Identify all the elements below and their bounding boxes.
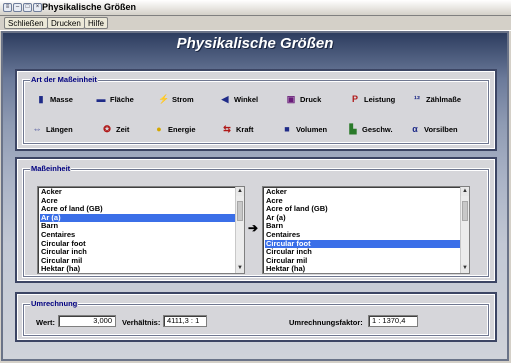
source-unit-items: Acker Acre Acre of land (GB) Ar (a) Barn Cent… (38, 187, 244, 273)
value-input[interactable]: 3,000 (58, 315, 116, 327)
unit-type-legend: Art der Maßeinheit (30, 75, 98, 84)
scroll-down-icon[interactable]: ▼ (236, 264, 244, 273)
list-item[interactable]: Hektar (ha) (265, 265, 469, 273)
factor-field: 1 : 1370,4 (368, 315, 418, 327)
scroll-down-icon[interactable]: ▼ (461, 264, 469, 273)
clock-icon: ✪ (103, 124, 111, 134)
area-icon: ▬ (96, 94, 106, 104)
window-title: Physikalische Größen (42, 2, 137, 12)
speed-icon: ▙ (349, 124, 357, 134)
unit-legend: Maßeinheit (30, 164, 72, 173)
category-leistung[interactable]: P Leistung (350, 94, 395, 104)
list-item[interactable]: Hektar (ha) (40, 265, 244, 273)
count-icon: ¹² (414, 94, 420, 104)
angle-icon: ◀ (221, 94, 229, 104)
category-geschw[interactable]: ▙ Geschw. (348, 124, 393, 134)
list-item[interactable]: Ar (a) (265, 213, 469, 223)
target-list-scrollbar[interactable]: ▲ ▼ (460, 187, 469, 273)
current-icon: ⚡ (158, 94, 170, 104)
list-item[interactable]: Acker (40, 187, 244, 197)
category-druck[interactable]: ▣ Druck (286, 94, 322, 104)
category-masse[interactable]: ▮ Masse (36, 94, 73, 104)
category-zeit[interactable]: ✪ Zeit (102, 124, 129, 134)
menu-bar: Schließen Drucken Hilfe (0, 16, 511, 31)
category-flaeche[interactable]: ▬ Fläche (96, 94, 134, 104)
unit-type-group: Art der Maßeinheit ▮ Masse ▬ Fläche ⚡ Strom… (23, 75, 489, 144)
weight-icon: ▮ (38, 94, 44, 104)
list-item[interactable]: Acre of land (GB) (265, 205, 469, 214)
category-zaehlmasse[interactable]: ¹² Zählmaße (412, 94, 461, 104)
ratio-label: Verhältnis: (122, 318, 161, 327)
window-controls: ≡ – □ × (3, 3, 42, 12)
unit-type-panel: Art der Maßeinheit ▮ Masse ▬ Fläche ⚡ Strom… (15, 69, 497, 151)
factor-label: Umrechnungsfaktor: (289, 318, 363, 327)
cube-icon: ■ (284, 124, 290, 134)
page-title: Physikalische Größen (176, 35, 334, 52)
print-button[interactable]: Drucken (47, 17, 85, 29)
value-label: Wert: (36, 318, 56, 327)
category-winkel[interactable]: ◀ Winkel (220, 94, 259, 104)
force-icon: ⇆ (223, 124, 231, 134)
category-laengen[interactable]: ⇔ Längen (32, 124, 73, 134)
conversion-group: Umrechnung Wert: 3,000 Verhältnis: 4111,… (23, 299, 489, 336)
ratio-field: 4111,3 : 1 (163, 315, 207, 327)
minimize-icon[interactable]: – (13, 3, 22, 12)
maximize-icon[interactable]: □ (23, 3, 32, 12)
conversion-legend: Umrechnung (30, 299, 79, 308)
target-unit-items: Acker Acre Acre of land (GB) Ar (a) Barn Cent… (263, 187, 469, 273)
main-frame: Physikalische Größen Art der Maßeinheit … (1, 31, 509, 361)
scroll-thumb[interactable] (237, 201, 243, 221)
close-icon[interactable]: × (33, 3, 42, 12)
category-kraft[interactable]: ⇆ Kraft (222, 124, 253, 134)
list-item[interactable]: Acre of land (GB) (40, 205, 244, 214)
bulb-icon: ● (156, 124, 162, 134)
pressure-icon: ▣ (286, 94, 296, 104)
source-unit-list[interactable]: Acker Acre Acre of land (GB) Ar (a) Barn Cent… (37, 186, 245, 274)
help-button[interactable]: Hilfe (84, 17, 109, 29)
ruler-icon: ⇔ (32, 124, 42, 134)
category-energie[interactable]: ● Energie (154, 124, 195, 134)
scroll-up-icon[interactable]: ▲ (236, 187, 244, 196)
scroll-thumb[interactable] (462, 201, 468, 221)
list-item[interactable]: Ar (a) (40, 213, 244, 223)
scroll-up-icon[interactable]: ▲ (461, 187, 469, 196)
convert-arrow-icon: ➔ (248, 221, 259, 235)
title-bar: ≡ – □ × Physikalische Größen (0, 0, 511, 16)
category-strom[interactable]: ⚡ Strom (158, 94, 194, 104)
unit-group: Maßeinheit Acker Acre Acre of land (GB) Ar … (23, 164, 489, 277)
target-unit-list[interactable]: Acker Acre Acre of land (GB) Ar (a) Barn Cent… (262, 186, 470, 274)
list-item[interactable]: Acker (265, 187, 469, 197)
close-button[interactable]: Schließen (4, 17, 48, 29)
category-volumen[interactable]: ■ Volumen (282, 124, 327, 134)
conversion-panel: Umrechnung Wert: 3,000 Verhältnis: 4111,… (15, 292, 497, 342)
power-icon: P (351, 94, 358, 104)
unit-panel: Maßeinheit Acker Acre Acre of land (GB) Ar … (15, 157, 497, 283)
app-menu-icon[interactable]: ≡ (3, 3, 12, 12)
prefix-icon: α (412, 124, 418, 134)
source-list-scrollbar[interactable]: ▲ ▼ (235, 187, 244, 273)
category-vorsilben[interactable]: α Vorsilben (410, 124, 457, 134)
